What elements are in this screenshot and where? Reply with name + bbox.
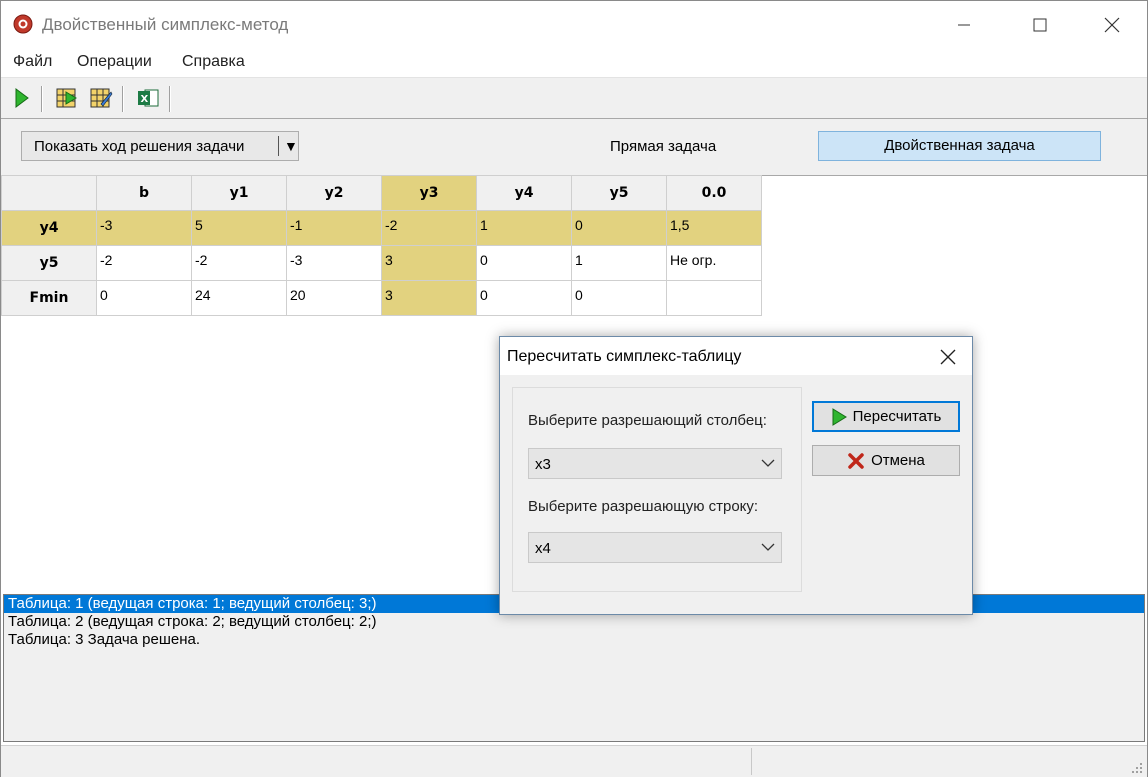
status-bar [1,745,1147,777]
table-cell[interactable]: 0 [571,210,667,246]
recalculate-button[interactable]: Пересчитать [812,401,960,432]
row-header[interactable]: Fmin [1,280,97,316]
column-header[interactable]: y5 [571,175,667,211]
toolbar-separator [122,86,124,112]
column-header[interactable]: 0.0 [666,175,762,211]
table-cell[interactable]: -2 [381,210,477,246]
table-cell[interactable]: 1 [476,210,572,246]
chevron-down-icon [761,543,775,551]
status-separator [751,748,752,775]
cancel-button[interactable]: Отмена [812,445,960,476]
row-select-value: x4 [535,540,551,557]
maximize-icon [1033,18,1047,32]
table-cell[interactable]: 0 [476,245,572,281]
table-cell[interactable]: -2 [191,245,287,281]
table-corner [1,175,97,211]
column-select-label: Выберите разрешающий столбец: [528,412,767,429]
dialog-title: Пересчитать симплекс-таблицу [507,348,742,365]
chevron-down-icon [761,459,775,467]
table-cell[interactable]: -1 [286,210,382,246]
table-cell[interactable]: -3 [96,210,192,246]
column-select[interactable]: x3 [528,448,782,479]
table-row: y4 -3 5 -1 -2 1 0 1,5 [1,210,762,246]
app-icon [13,14,33,34]
recalculate-label: Пересчитать [852,408,942,425]
resize-grip-icon[interactable] [1131,762,1143,774]
chevron-down-icon[interactable]: ▼ [284,138,298,154]
column-header[interactable]: y2 [286,175,382,211]
dual-problem-tab[interactable]: Двойственная задача [818,131,1101,161]
column-header-pivot[interactable]: y3 [381,175,477,211]
next-step-icon[interactable] [55,86,79,110]
menu-help[interactable]: Справка [182,53,245,71]
toolbar: X [1,77,1147,118]
toolbar-separator [41,86,43,112]
cancel-label: Отмена [871,452,925,469]
table-cell[interactable]: 3 [381,245,477,281]
selection-group: Выберите разрешающий столбец: x3 Выберит… [512,387,802,592]
show-solution-dropdown[interactable]: Показать ход решения задачи ▼ [21,131,299,161]
close-icon [1104,17,1120,33]
close-button[interactable] [1077,1,1147,49]
table-cell[interactable]: 0 [476,280,572,316]
menu-file[interactable]: Файл [13,53,52,71]
recalculate-dialog: Пересчитать симплекс-таблицу Выберите ра… [499,336,973,615]
column-select-value: x3 [535,456,551,473]
cancel-x-icon [848,452,864,469]
maximize-button[interactable] [1005,1,1075,49]
dropdown-separator [278,136,279,156]
list-item[interactable]: Таблица: 2 (ведущая строка: 2; ведущий с… [4,613,1144,631]
column-header[interactable]: y4 [476,175,572,211]
table-row: y5 -2 -2 -3 3 0 1 Не огр. [1,245,762,281]
table-cell[interactable]: Не огр. [666,245,762,281]
dialog-close-button[interactable] [934,345,962,369]
table-cell[interactable]: 1 [571,245,667,281]
solution-log-list[interactable]: Таблица: 1 (ведущая строка: 1; ведущий с… [3,594,1145,742]
close-icon [940,349,956,365]
window-title: Двойственный симплекс-метод [42,15,289,34]
row-select-label: Выберите разрешающую строку: [528,498,759,515]
menu-bar: Файл Операции Справка [1,49,1147,75]
menu-operations[interactable]: Операции [77,53,152,71]
table-cell[interactable]: -2 [96,245,192,281]
row-header[interactable]: y5 [1,245,97,281]
svg-text:X: X [141,94,149,105]
dialog-title-bar[interactable]: Пересчитать симплекс-таблицу [500,337,972,375]
toolbar-separator [169,86,171,112]
column-header[interactable]: y1 [191,175,287,211]
table-header-row: b y1 y2 y3 y4 y5 0.0 [1,175,762,211]
excel-icon[interactable]: X [136,86,160,110]
run-icon[interactable] [9,86,33,110]
table-cell[interactable]: 1,5 [666,210,762,246]
minimize-button[interactable] [929,1,999,49]
table-row: Fmin 0 24 20 3 0 0 [1,280,762,316]
minimize-icon [958,24,970,26]
table-cell[interactable]: 24 [191,280,287,316]
table-cell[interactable]: -3 [286,245,382,281]
column-header[interactable]: b [96,175,192,211]
play-icon [832,407,847,426]
list-item[interactable]: Таблица: 3 Задача решена. [4,631,1144,649]
table-cell[interactable]: 3 [381,280,477,316]
row-header-pivot[interactable]: y4 [1,210,97,246]
title-bar[interactable]: Двойственный симплекс-метод [1,1,1147,49]
control-panel: Показать ход решения задачи ▼ Прямая зад… [1,118,1147,176]
show-solution-label: Показать ход решения задачи [34,138,245,155]
table-cell[interactable]: 0 [96,280,192,316]
table-edit-icon[interactable] [89,86,113,110]
table-cell[interactable] [666,280,762,316]
table-cell[interactable]: 0 [571,280,667,316]
simplex-table: b y1 y2 y3 y4 y5 0.0 y4 -3 5 -1 -2 1 0 1… [1,175,762,316]
table-cell[interactable]: 5 [191,210,287,246]
row-select[interactable]: x4 [528,532,782,563]
table-cell[interactable]: 20 [286,280,382,316]
direct-problem-tab[interactable]: Прямая задача [610,138,716,155]
